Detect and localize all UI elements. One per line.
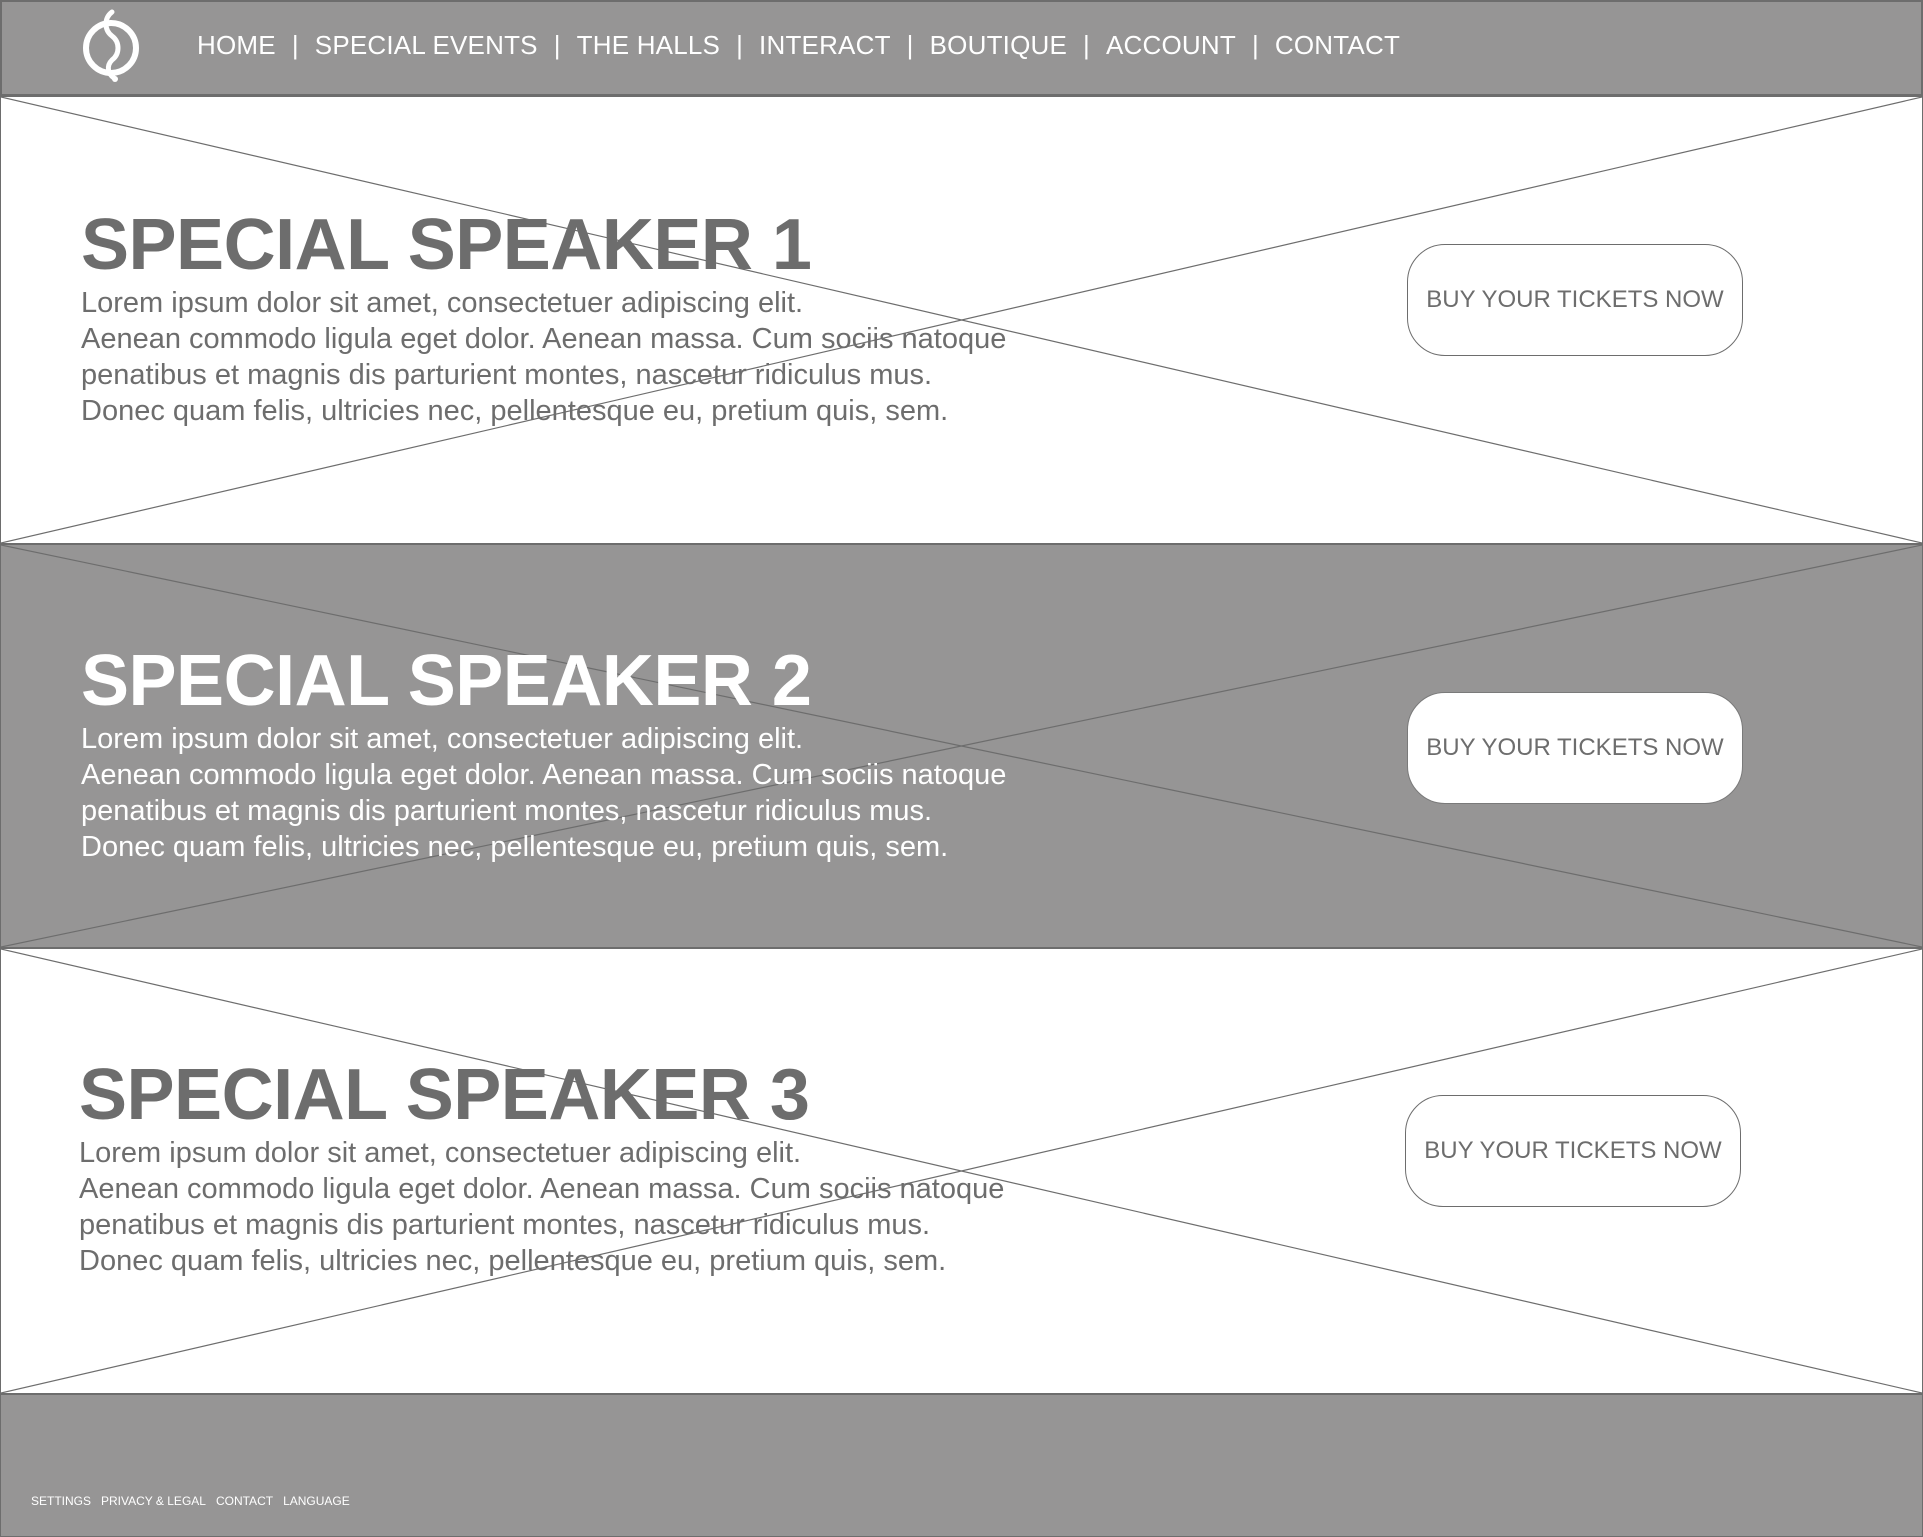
nav-separator: | [291, 30, 299, 60]
nav-separator: | [1251, 30, 1259, 60]
nav-account[interactable]: ACCOUNT [1106, 30, 1236, 61]
speaker-title: SPECIAL SPEAKER 1 [81, 205, 812, 285]
nav-separator: | [1083, 30, 1090, 60]
nav-separator: | [906, 30, 914, 60]
nav-special-events[interactable]: SPECIAL EVENTS [315, 30, 538, 61]
speaker-content: SPECIAL SPEAKER 1 Lorem ipsum dolor sit … [81, 207, 1081, 429]
nav-interact[interactable]: INTERACT [759, 30, 891, 61]
footer-links: SETTINGS PRIVACY & LEGAL CONTACT LANGUAG… [31, 1494, 350, 1508]
nav-boutique[interactable]: BOUTIQUE [930, 30, 1067, 61]
page: HOME | SPECIAL EVENTS | THE HALLS | INTE… [0, 0, 1923, 1537]
speaker-content: SPECIAL SPEAKER 2 Lorem ipsum dolor sit … [81, 643, 1081, 865]
footer-link-contact[interactable]: CONTACT [216, 1494, 273, 1508]
footer-link-language[interactable]: LANGUAGE [283, 1494, 350, 1508]
speaker-description: Lorem ipsum dolor sit amet, consectetuer… [81, 723, 1007, 863]
nav-contact[interactable]: CONTACT [1275, 30, 1400, 61]
nav-separator: | [736, 30, 744, 60]
speaker-section-1: SPECIAL SPEAKER 1 Lorem ipsum dolor sit … [0, 96, 1923, 544]
nav-the-halls[interactable]: THE HALLS [577, 30, 720, 61]
nav-separator: | [553, 30, 561, 60]
nav-home[interactable]: HOME [197, 30, 276, 61]
speaker-section-3: SPECIAL SPEAKER 3 Lorem ipsum dolor sit … [0, 948, 1923, 1394]
buy-tickets-button[interactable]: BUY YOUR TICKETS NOW [1407, 692, 1743, 804]
speaker-description: Lorem ipsum dolor sit amet, consectetuer… [79, 1137, 1005, 1277]
footer-link-settings[interactable]: SETTINGS [31, 1494, 91, 1508]
speaker-description: Lorem ipsum dolor sit amet, consectetuer… [81, 287, 1007, 427]
speaker-section-2: SPECIAL SPEAKER 2 Lorem ipsum dolor sit … [0, 544, 1923, 948]
speaker-title: SPECIAL SPEAKER 3 [79, 1055, 810, 1135]
logo-icon[interactable] [82, 8, 140, 84]
buy-tickets-button[interactable]: BUY YOUR TICKETS NOW [1405, 1095, 1741, 1207]
buy-tickets-button[interactable]: BUY YOUR TICKETS NOW [1407, 244, 1743, 356]
site-header: HOME | SPECIAL EVENTS | THE HALLS | INTE… [0, 0, 1923, 96]
speaker-title: SPECIAL SPEAKER 2 [81, 641, 812, 721]
speaker-content: SPECIAL SPEAKER 3 Lorem ipsum dolor sit … [79, 1057, 1079, 1279]
main-nav: HOME | SPECIAL EVENTS | THE HALLS | INTE… [197, 30, 1400, 61]
footer-link-privacy-legal[interactable]: PRIVACY & LEGAL [101, 1494, 206, 1508]
site-footer: SETTINGS PRIVACY & LEGAL CONTACT LANGUAG… [0, 1394, 1923, 1537]
